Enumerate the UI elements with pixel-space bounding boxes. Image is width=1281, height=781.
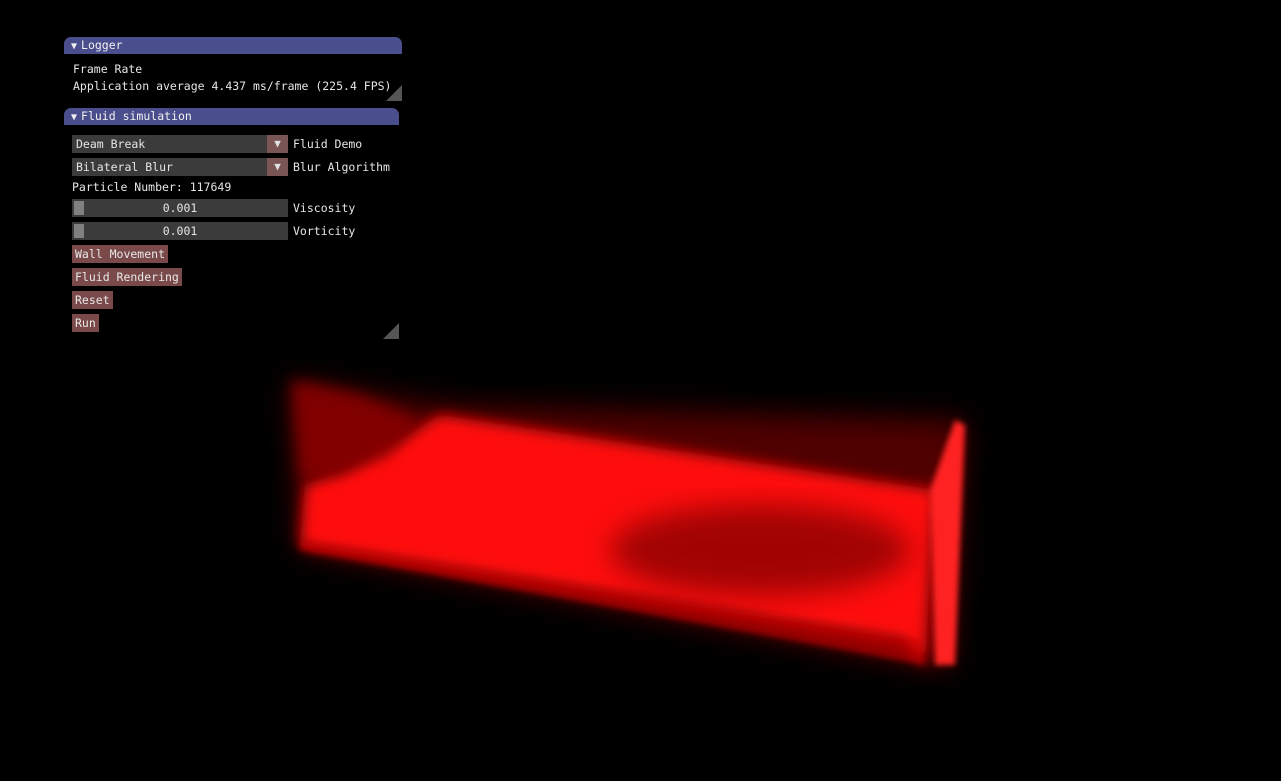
- particle-number: Particle Number: 117649: [72, 180, 232, 194]
- blur-algorithm-combo[interactable]: Bilateral Blur ▼: [72, 158, 288, 176]
- fluid-demo-value: Deam Break: [76, 137, 146, 151]
- viscosity-slider[interactable]: 0.001: [72, 199, 288, 217]
- collapse-triangle-icon[interactable]: ▼: [71, 112, 77, 123]
- logger-title: Logger: [81, 38, 123, 52]
- fluid-rendering-button[interactable]: Fluid Rendering: [72, 268, 182, 286]
- fluid-simulation-body: Deam Break ▼ Fluid Demo Bilateral Blur ▼…: [64, 125, 399, 340]
- dropdown-arrow-icon[interactable]: ▼: [267, 135, 288, 153]
- vorticity-label: Vorticity: [293, 224, 356, 238]
- logger-body: Frame Rate Application average 4.437 ms/…: [64, 54, 402, 101]
- collapse-triangle-icon[interactable]: ▼: [71, 41, 77, 52]
- fluid-simulation-title: Fluid simulation: [81, 109, 192, 123]
- run-button[interactable]: Run: [72, 314, 99, 332]
- wall-movement-button[interactable]: Wall Movement: [72, 245, 169, 263]
- blur-algorithm-value: Bilateral Blur: [76, 160, 173, 174]
- viscosity-label: Viscosity: [293, 201, 356, 215]
- fluid-demo-combo[interactable]: Deam Break ▼: [72, 135, 288, 153]
- reset-button[interactable]: Reset: [72, 291, 113, 309]
- blur-algorithm-label: Blur Algorithm: [293, 160, 390, 174]
- dropdown-arrow-icon[interactable]: ▼: [267, 158, 288, 176]
- viscosity-value: 0.001: [162, 201, 198, 215]
- vorticity-slider[interactable]: 0.001: [72, 222, 288, 240]
- frame-rate-stats: Application average 4.437 ms/frame (225.…: [73, 79, 392, 93]
- frame-rate-label: Frame Rate: [73, 62, 143, 76]
- fluid-demo-label: Fluid Demo: [293, 137, 363, 151]
- fluid-simulation-title-bar[interactable]: ▼ Fluid simulation: [64, 108, 399, 125]
- logger-window: ▼ Logger Frame Rate Application average 4…: [64, 37, 402, 101]
- fluid-volume: [290, 380, 965, 670]
- vorticity-value: 0.001: [162, 224, 198, 238]
- resize-grip-icon[interactable]: [386, 85, 402, 101]
- fluid-simulation-window: ▼ Fluid simulation Deam Break ▼ Fluid Dem…: [64, 108, 399, 340]
- resize-grip-icon[interactable]: [383, 323, 399, 339]
- logger-title-bar[interactable]: ▼ Logger: [64, 37, 402, 54]
